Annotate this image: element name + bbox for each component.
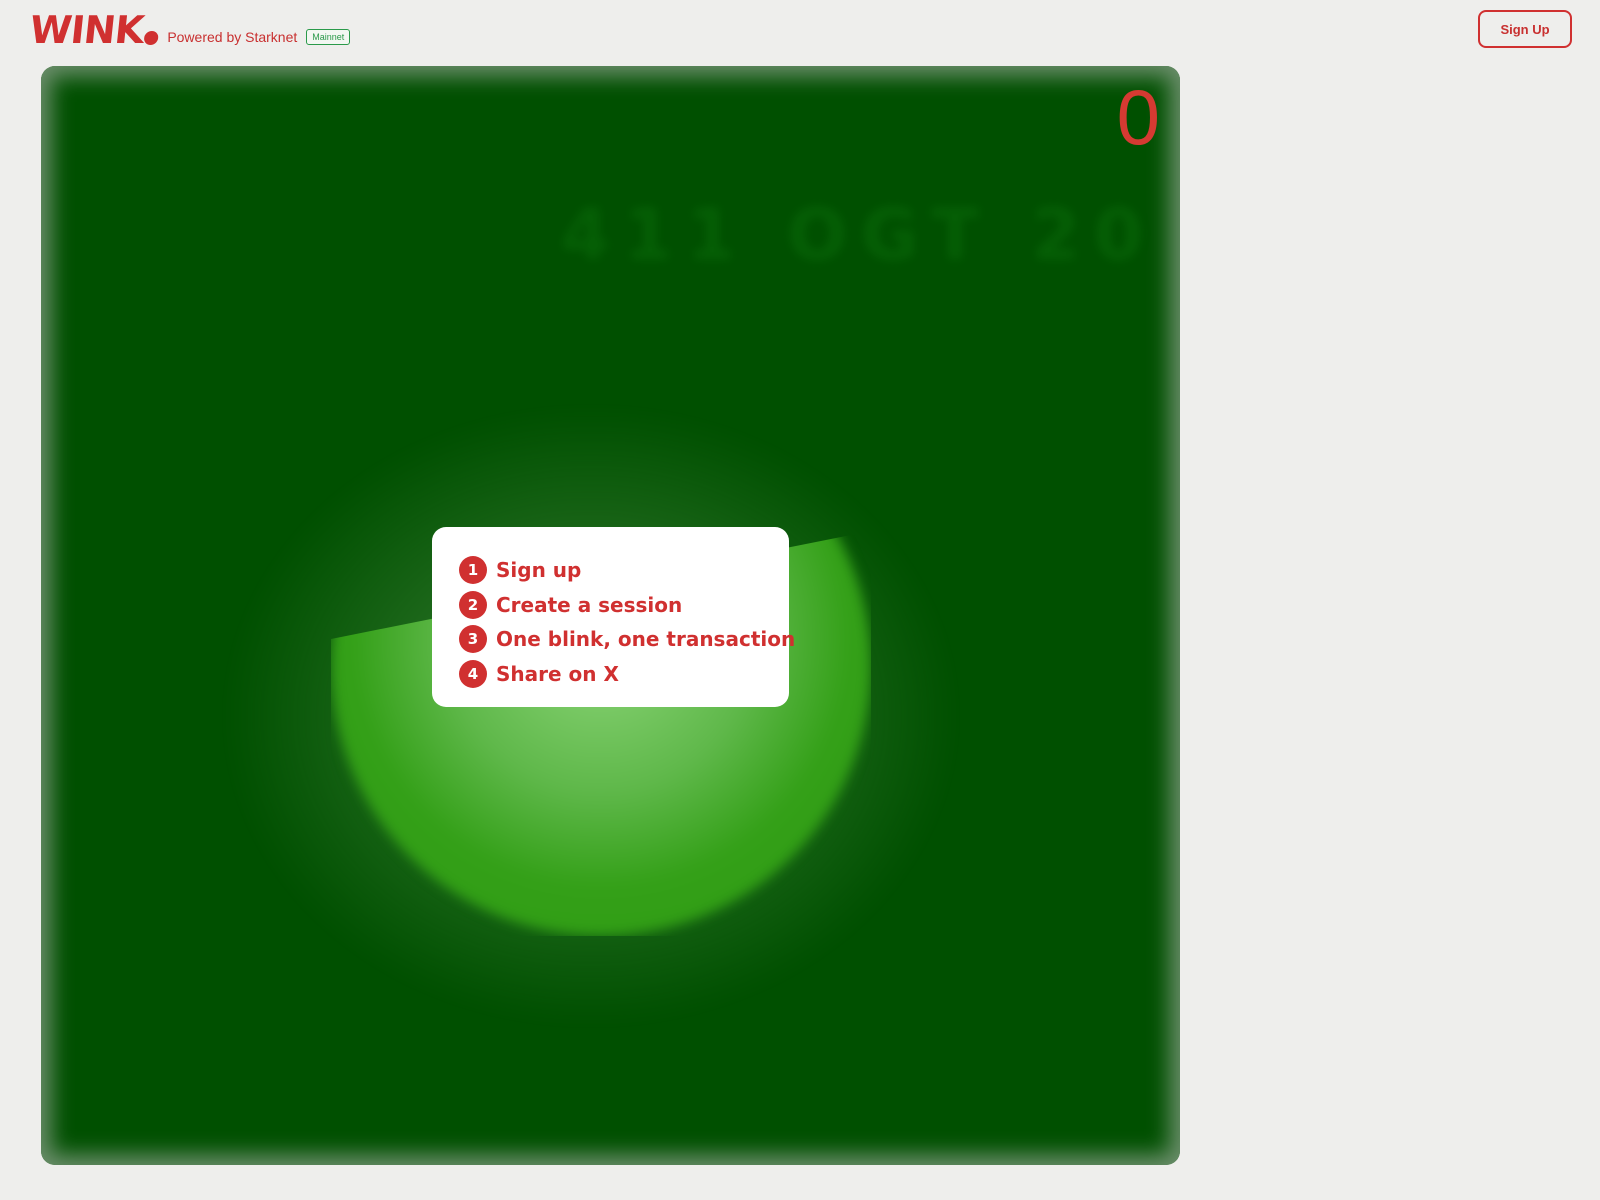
step-label: Share on X [496, 661, 619, 686]
wink-logo[interactable]: WINK [28, 8, 162, 52]
step-label: Create a session [496, 592, 683, 617]
logo-dot-icon [143, 31, 160, 45]
step-label: Sign up [496, 558, 582, 583]
step-item: 3 One blink, one transaction [459, 622, 795, 657]
logo-text: WINK [27, 8, 146, 52]
score-counter: 0 [1116, 73, 1160, 161]
sign-up-button[interactable]: Sign Up [1478, 10, 1572, 48]
step-item: 1 Sign up [459, 553, 763, 588]
step-number-badge: 4 [459, 659, 487, 688]
game-view[interactable]: 411 OGT 20 00 0 0 1 Sign up 2 Create a s… [41, 66, 1180, 1165]
powered-by-text: Powered by Starknet [167, 29, 298, 45]
step-item: 2 Create a session [459, 588, 763, 623]
step-label: One blink, one transaction [496, 627, 796, 652]
network-badge: Mainnet [306, 29, 351, 45]
step-number-badge: 1 [459, 556, 487, 585]
top-bar: WINK Powered by Starknet Mainnet Sign Up [0, 0, 1600, 66]
step-number-badge: 2 [459, 590, 487, 619]
step-item: 4 Share on X [459, 657, 763, 692]
steps-card: 1 Sign up 2 Create a session 3 One blink… [432, 527, 795, 707]
blurred-background-text: 411 OGT 20 00 0 [561, 194, 1180, 276]
brand: WINK Powered by Starknet Mainnet [28, 8, 351, 52]
step-number-badge: 3 [459, 625, 487, 654]
